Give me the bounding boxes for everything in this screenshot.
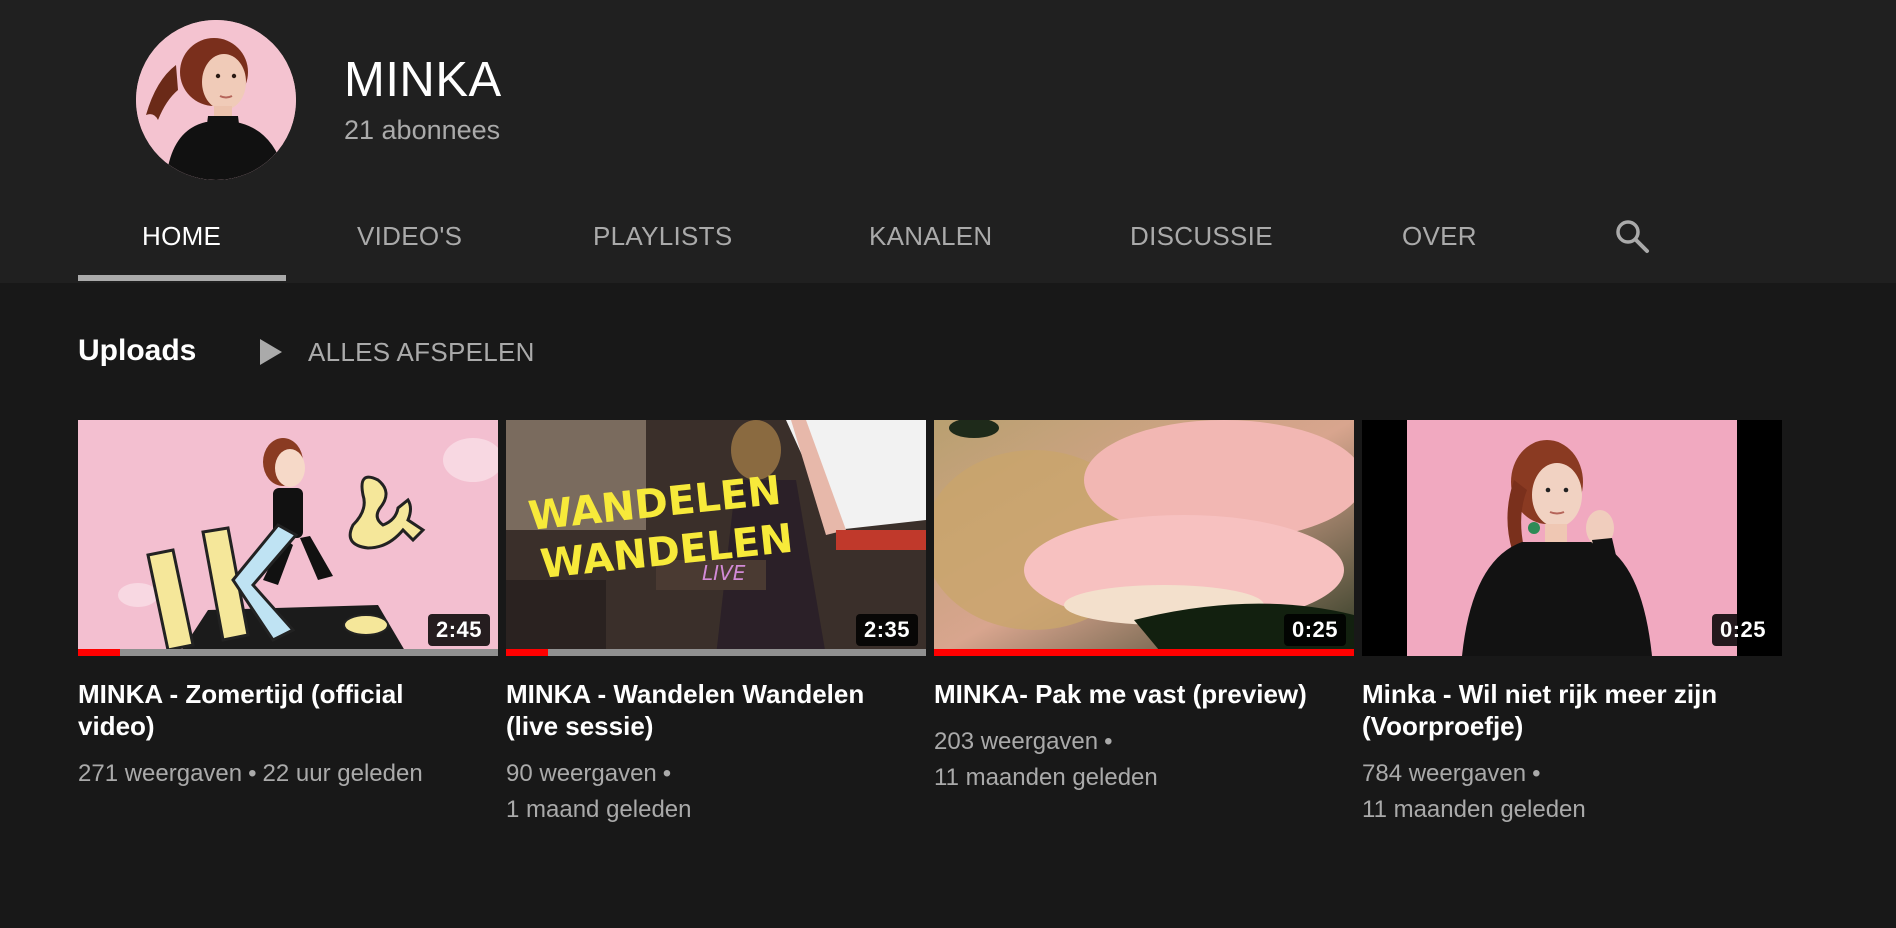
video-duration: 2:35 bbox=[855, 614, 918, 646]
video-meta: 271 weergaven • 22 uur geleden bbox=[78, 756, 488, 792]
video-meta: 203 weergaven • 11 maanden geleden bbox=[934, 724, 1344, 796]
search-icon[interactable] bbox=[1612, 216, 1652, 256]
video-age: 11 maanden geleden bbox=[1362, 796, 1586, 823]
video-age: 1 maand geleden bbox=[506, 796, 692, 823]
tab-videos[interactable]: VIDEO'S bbox=[357, 218, 462, 254]
tab-playlists[interactable]: PLAYLISTS bbox=[593, 218, 733, 254]
video-title[interactable]: MINKA - Wandelen Wandelen (live sessie) bbox=[506, 678, 906, 742]
video-thumbnail[interactable]: 0:25 bbox=[934, 420, 1354, 656]
channel-header: MINKA 21 abonnees HOME VIDEO'S PLAYLISTS… bbox=[0, 0, 1896, 283]
separator-dot: • bbox=[248, 760, 257, 787]
subscriber-count: 21 abonnees bbox=[344, 115, 501, 145]
video-thumbnail[interactable]: 2:45 bbox=[78, 420, 498, 656]
tab-channels[interactable]: KANALEN bbox=[869, 218, 992, 254]
play-all-label: ALLES AFSPELEN bbox=[308, 336, 535, 367]
watch-progress-fill bbox=[934, 649, 1354, 656]
shelf-title[interactable]: Uploads bbox=[78, 333, 196, 369]
tab-discussion[interactable]: DISCUSSIE bbox=[1130, 218, 1273, 254]
video-views: 271 weergaven bbox=[78, 760, 243, 787]
watch-progress-bar bbox=[506, 649, 926, 656]
watch-progress-fill bbox=[78, 649, 120, 656]
video-duration: 0:25 bbox=[1283, 614, 1346, 646]
tab-home[interactable]: HOME bbox=[142, 218, 221, 254]
tab-about[interactable]: OVER bbox=[1402, 218, 1477, 254]
video-card[interactable]: 0:25 Minka - Wil niet rijk meer zijn (Vo… bbox=[1362, 420, 1782, 828]
separator-dot: • bbox=[1532, 760, 1541, 787]
separator-dot: • bbox=[662, 760, 672, 787]
watch-progress-bar bbox=[934, 649, 1354, 656]
video-thumbnail[interactable]: 0:25 bbox=[1362, 420, 1782, 656]
separator-dot: • bbox=[1104, 728, 1113, 755]
play-all-button[interactable]: ALLES AFSPELEN bbox=[258, 332, 535, 372]
svg-text:LIVE: LIVE bbox=[702, 561, 746, 585]
active-tab-indicator bbox=[78, 275, 286, 281]
video-card[interactable]: WANDELEN WANDELEN LIVE 2:35 MINKA - Wand… bbox=[506, 420, 926, 828]
watch-progress-fill bbox=[506, 649, 548, 656]
video-age: 22 uur geleden bbox=[262, 760, 423, 787]
watch-progress-bar bbox=[78, 649, 498, 656]
video-duration: 0:25 bbox=[1711, 614, 1774, 646]
video-meta: 90 weergaven • 1 maand geleden bbox=[506, 756, 916, 828]
video-views: 784 weergaven bbox=[1362, 760, 1527, 787]
video-title[interactable]: MINKA - Zomertijd (official video) bbox=[78, 678, 478, 742]
video-title[interactable]: Minka - Wil niet rijk meer zijn (Voorpro… bbox=[1362, 678, 1762, 742]
video-card[interactable]: 2:45 MINKA - Zomertijd (official video) … bbox=[78, 420, 498, 792]
video-title[interactable]: MINKA- Pak me vast (preview) bbox=[934, 678, 1334, 710]
video-age: 11 maanden geleden bbox=[934, 764, 1158, 791]
channel-avatar[interactable] bbox=[136, 20, 296, 180]
video-views: 90 weergaven bbox=[506, 760, 657, 787]
video-meta: 784 weergaven • 11 maanden geleden bbox=[1362, 756, 1772, 828]
video-duration: 2:45 bbox=[427, 614, 490, 646]
video-thumbnail[interactable]: WANDELEN WANDELEN LIVE 2:35 bbox=[506, 420, 926, 656]
video-views: 203 weergaven bbox=[934, 728, 1099, 755]
channel-name: MINKA bbox=[344, 53, 502, 107]
video-card[interactable]: 0:25 MINKA- Pak me vast (preview) 203 we… bbox=[934, 420, 1354, 796]
play-icon bbox=[260, 339, 282, 365]
